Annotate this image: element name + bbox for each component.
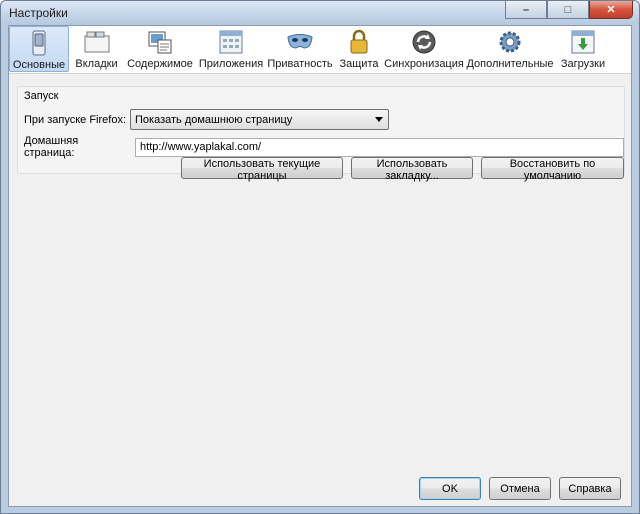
pane-label: Содержимое: [127, 58, 193, 70]
lock-icon: [350, 29, 368, 54]
pane-label: Основные: [12, 59, 66, 71]
maximize-button[interactable]: □: [547, 1, 589, 19]
title-bar[interactable]: Настройки – □ ✕: [1, 1, 639, 25]
sync-icon: [412, 30, 436, 54]
applications-icon: [219, 30, 243, 54]
when-starts-value: Показать домашнюю страницу: [135, 113, 293, 126]
caption-buttons: – □ ✕: [505, 1, 633, 19]
window-title: Настройки: [9, 6, 68, 20]
pane-label: Вкладки: [75, 58, 118, 70]
home-page-row: Домашняя страница:: [24, 135, 624, 159]
pane-label: Синхронизация: [384, 58, 464, 70]
pane-security[interactable]: Защита: [334, 26, 384, 72]
help-button[interactable]: Справка: [559, 477, 621, 500]
pane-label: Приложения: [198, 58, 264, 70]
use-current-pages-button[interactable]: Использовать текущие страницы: [181, 157, 343, 182]
pane-label: Дополнительные: [466, 58, 554, 70]
pane-sync[interactable]: Синхронизация: [384, 26, 464, 72]
restore-default-button[interactable]: Восстановить по умолчанию: [481, 157, 624, 182]
startup-group-title: Запуск: [24, 90, 59, 102]
dialog-buttons: OK Отмена Справка: [419, 477, 621, 500]
pane-advanced[interactable]: Дополнительные: [464, 26, 556, 72]
preference-panes-toolbar: Основные Вкладки Содержимое Приложения П…: [9, 26, 631, 74]
home-page-input[interactable]: [135, 137, 624, 157]
close-button[interactable]: ✕: [589, 1, 633, 19]
startup-row: При запуске Firefox: Показать домашнюю с…: [24, 109, 390, 130]
maximize-icon: □: [564, 3, 572, 16]
pane-label: Приватность: [267, 58, 333, 70]
startup-groupbox: Запуск При запуске Firefox: Показать дом…: [17, 86, 625, 182]
pane-applications[interactable]: Приложения: [196, 26, 266, 72]
close-icon: ✕: [606, 4, 616, 16]
chevron-down-icon: [375, 117, 384, 122]
preferences-window: Настройки – □ ✕ Основные Вкладки Содержи…: [0, 0, 640, 514]
pane-main[interactable]: Основные: [9, 26, 69, 72]
when-starts-label: При запуске Firefox:: [24, 113, 127, 126]
pane-downloads[interactable]: Загрузки: [556, 26, 610, 72]
tabs-icon: [84, 31, 109, 53]
main-pane-content: Запуск При запуске Firefox: Показать дом…: [9, 74, 631, 508]
home-page-label: Домашняя страница:: [24, 135, 79, 159]
content-icon: [148, 31, 172, 54]
dialog-body: Основные Вкладки Содержимое Приложения П…: [8, 25, 632, 507]
minimize-icon: –: [522, 3, 530, 16]
switch-icon: [32, 30, 46, 56]
ok-button[interactable]: OK: [419, 477, 481, 500]
pane-label: Загрузки: [560, 58, 606, 70]
gear-icon: [499, 31, 521, 53]
home-page-buttons: Использовать текущие страницы Использова…: [181, 157, 624, 182]
minimize-button[interactable]: –: [505, 1, 547, 19]
pane-tabs[interactable]: Вкладки: [69, 26, 124, 72]
use-bookmark-button[interactable]: Использовать закладку...: [351, 157, 473, 182]
pane-label: Защита: [339, 58, 379, 70]
cancel-button[interactable]: Отмена: [489, 477, 551, 500]
pane-privacy[interactable]: Приватность: [266, 26, 334, 72]
when-starts-select[interactable]: Показать домашнюю страницу: [130, 109, 390, 130]
pane-content[interactable]: Содержимое: [124, 26, 196, 72]
downloads-icon: [571, 30, 595, 54]
privacy-mask-icon: [287, 34, 313, 49]
